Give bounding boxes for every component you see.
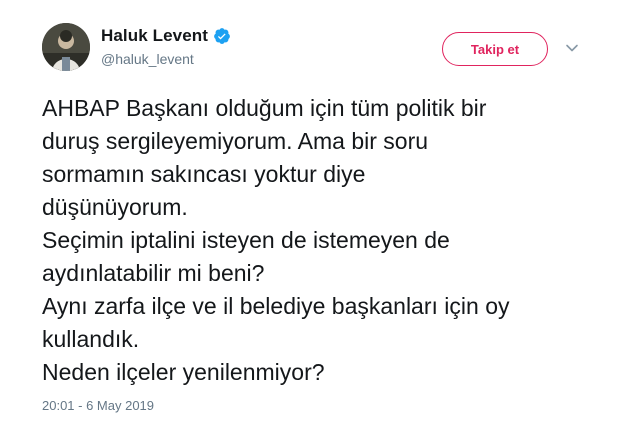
user-name-row: Haluk Levent — [101, 26, 231, 46]
tweet-text-line: duruş sergileyemiyorum. Ama bir soru — [42, 128, 429, 154]
tweet-text-line: Aynı zarfa ilçe ve il belediye başkanlar… — [42, 293, 510, 319]
profile-photo-icon — [42, 23, 90, 71]
follow-button[interactable]: Takip et — [442, 32, 548, 66]
verified-badge-icon — [213, 27, 231, 45]
tweet-timestamp[interactable]: 20:01 - 6 May 2019 — [42, 398, 154, 413]
tweet-text-line: sormamın sakıncası yoktur diye — [42, 161, 366, 187]
tweet-card: Haluk Levent @haluk_levent Takip et AHBA… — [0, 0, 628, 426]
tweet-text-line: AHBAP Başkanı olduğum için tüm politik b… — [42, 95, 487, 121]
tweet-text: AHBAP Başkanı olduğum için tüm politik b… — [42, 92, 602, 389]
avatar[interactable] — [42, 23, 90, 71]
tweet-text-line: Seçimin iptalini isteyen de istemeyen de — [42, 227, 450, 253]
user-handle[interactable]: @haluk_levent — [101, 51, 194, 67]
chevron-down-icon[interactable] — [564, 40, 580, 56]
tweet-text-line: Neden ilçeler yenilenmiyor? — [42, 359, 325, 385]
display-name[interactable]: Haluk Levent — [101, 26, 208, 46]
tweet-text-line: düşünüyorum. — [42, 194, 188, 220]
tweet-text-line: kullandık. — [42, 326, 140, 352]
tweet-text-line: aydınlatabilir mi beni? — [42, 260, 265, 286]
